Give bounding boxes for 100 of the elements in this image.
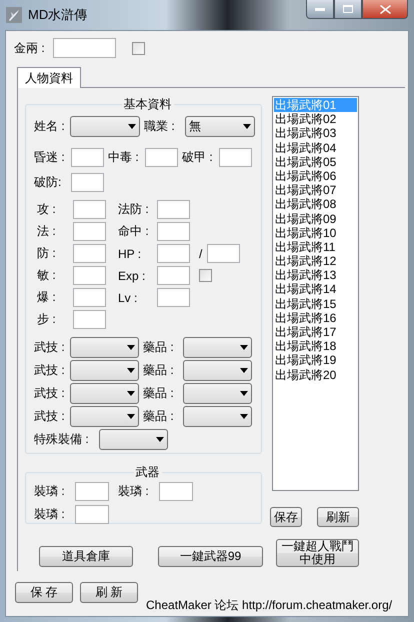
list-item[interactable]: 出場武將20 xyxy=(274,368,357,382)
field-label: 特殊裝備 : xyxy=(34,431,90,448)
input-field[interactable] xyxy=(73,310,106,329)
button[interactable]: 刷 新 xyxy=(80,582,138,603)
dropdown[interactable] xyxy=(183,383,252,404)
input-field[interactable] xyxy=(73,266,106,285)
field-label: 藥品 : xyxy=(143,408,175,425)
list-item[interactable]: 出場武將09 xyxy=(274,212,357,226)
button[interactable]: 一鍵武器99 xyxy=(158,546,263,567)
group-title: 武器 xyxy=(134,464,160,481)
field-label: 金兩 : xyxy=(14,40,46,56)
list-item[interactable]: 出場武將13 xyxy=(274,268,357,282)
field-label: 武技 : xyxy=(34,408,66,425)
dropdown[interactable] xyxy=(70,337,139,358)
dropdown[interactable] xyxy=(70,383,139,404)
caret-icon xyxy=(127,391,135,396)
field-label: 攻 : xyxy=(36,201,57,218)
input-field[interactable] xyxy=(207,244,240,263)
input-field[interactable] xyxy=(53,38,116,58)
button[interactable]: 保 存 xyxy=(15,582,73,603)
list-item[interactable]: 出場武將15 xyxy=(274,296,357,311)
dropdown[interactable] xyxy=(70,360,139,381)
list-item[interactable]: 出場武將03 xyxy=(274,126,357,141)
button[interactable]: 刷新 xyxy=(317,507,359,527)
input-field[interactable] xyxy=(73,288,106,307)
input-field[interactable] xyxy=(71,173,104,192)
dropdown[interactable] xyxy=(70,116,140,137)
field-label: 武技 : xyxy=(34,339,66,356)
caret-icon xyxy=(240,414,248,419)
field-label: 武技 : xyxy=(34,385,66,402)
field-label: 命中 : xyxy=(118,223,150,240)
input-field[interactable] xyxy=(157,244,190,263)
caret-icon xyxy=(127,345,135,350)
caret-icon xyxy=(243,124,251,129)
input-field[interactable] xyxy=(157,200,190,219)
caret-icon xyxy=(128,124,136,129)
list-item[interactable]: 出場武將19 xyxy=(274,353,357,368)
checkbox[interactable] xyxy=(132,42,145,54)
field-label: Lv : xyxy=(118,290,138,304)
caret-icon xyxy=(156,437,164,442)
list-item[interactable]: 出場武將10 xyxy=(274,226,357,240)
input-field[interactable] xyxy=(73,222,106,241)
input-field[interactable] xyxy=(75,482,109,501)
field-label: 裝璘 : xyxy=(34,506,66,523)
input-field[interactable] xyxy=(145,148,178,167)
separator-label: / xyxy=(199,246,202,260)
field-label: 破防: xyxy=(34,174,62,191)
maximize-button[interactable] xyxy=(334,0,362,19)
caret-icon xyxy=(240,368,248,373)
input-field[interactable] xyxy=(73,244,106,263)
field-label: 中毒 : xyxy=(108,149,140,166)
field-label: 步 : xyxy=(36,311,57,328)
button[interactable]: 一鍵超人戰鬥中使用 xyxy=(276,539,359,567)
caret-icon xyxy=(127,414,135,419)
dropdown[interactable] xyxy=(183,406,252,427)
input-field[interactable] xyxy=(71,148,104,167)
footer-text: CheatMaker 论坛 http://forum.cheatmaker.org/ xyxy=(146,597,392,614)
list-item[interactable]: 出場武將11 xyxy=(274,240,357,254)
field-label: 裝璘 : xyxy=(34,483,66,500)
dropdown[interactable] xyxy=(70,406,139,427)
dropdown[interactable] xyxy=(183,360,252,381)
input-field[interactable] xyxy=(157,222,190,241)
field-label: 職業 : xyxy=(144,118,176,135)
field-label: 裝璘 : xyxy=(118,483,150,500)
list-item[interactable]: 出場武將06 xyxy=(274,168,357,184)
input-field[interactable] xyxy=(75,505,109,524)
list-item[interactable]: 出場武將07 xyxy=(274,183,357,198)
input-field[interactable] xyxy=(219,148,252,167)
list-item[interactable]: 出場武將17 xyxy=(274,325,357,340)
list-item[interactable]: 出場武將08 xyxy=(274,197,357,212)
button[interactable]: 保存 xyxy=(270,507,302,527)
dropdown[interactable]: 無 xyxy=(185,116,255,137)
window-title: MD水滸傳 xyxy=(28,6,88,24)
list-item[interactable]: 出場武將02 xyxy=(274,112,357,126)
list-item[interactable]: 出場武將18 xyxy=(274,339,357,354)
dropdown[interactable] xyxy=(183,337,252,358)
field-label: 爆 : xyxy=(36,289,57,306)
input-field[interactable] xyxy=(159,482,193,501)
list-item[interactable]: 出場武將16 xyxy=(274,310,357,325)
close-button[interactable] xyxy=(362,0,408,19)
dropdown[interactable] xyxy=(99,429,168,450)
list-item[interactable]: 出場武將14 xyxy=(274,282,357,297)
caret-icon xyxy=(240,345,248,350)
field-label: 昏迷 : xyxy=(34,149,66,166)
input-field[interactable] xyxy=(157,288,190,307)
field-label: HP : xyxy=(118,246,142,260)
caret-icon xyxy=(240,391,248,396)
list-item[interactable]: 出場武將04 xyxy=(274,140,357,155)
button[interactable]: 道具倉庫 xyxy=(39,546,133,567)
list-item[interactable]: 出場武將12 xyxy=(274,254,357,268)
group-title: 基本資料 xyxy=(122,96,172,113)
field-label: 藥品 : xyxy=(143,362,175,379)
input-field[interactable] xyxy=(73,200,106,219)
input-field[interactable] xyxy=(157,266,190,285)
caret-icon xyxy=(127,368,135,373)
minimize-button[interactable] xyxy=(306,0,334,19)
tab[interactable]: 人物資料 xyxy=(17,67,81,88)
checkbox[interactable] xyxy=(199,269,212,282)
list-item[interactable]: 出場武將05 xyxy=(274,154,357,169)
field-label: 敏 : xyxy=(36,267,57,284)
